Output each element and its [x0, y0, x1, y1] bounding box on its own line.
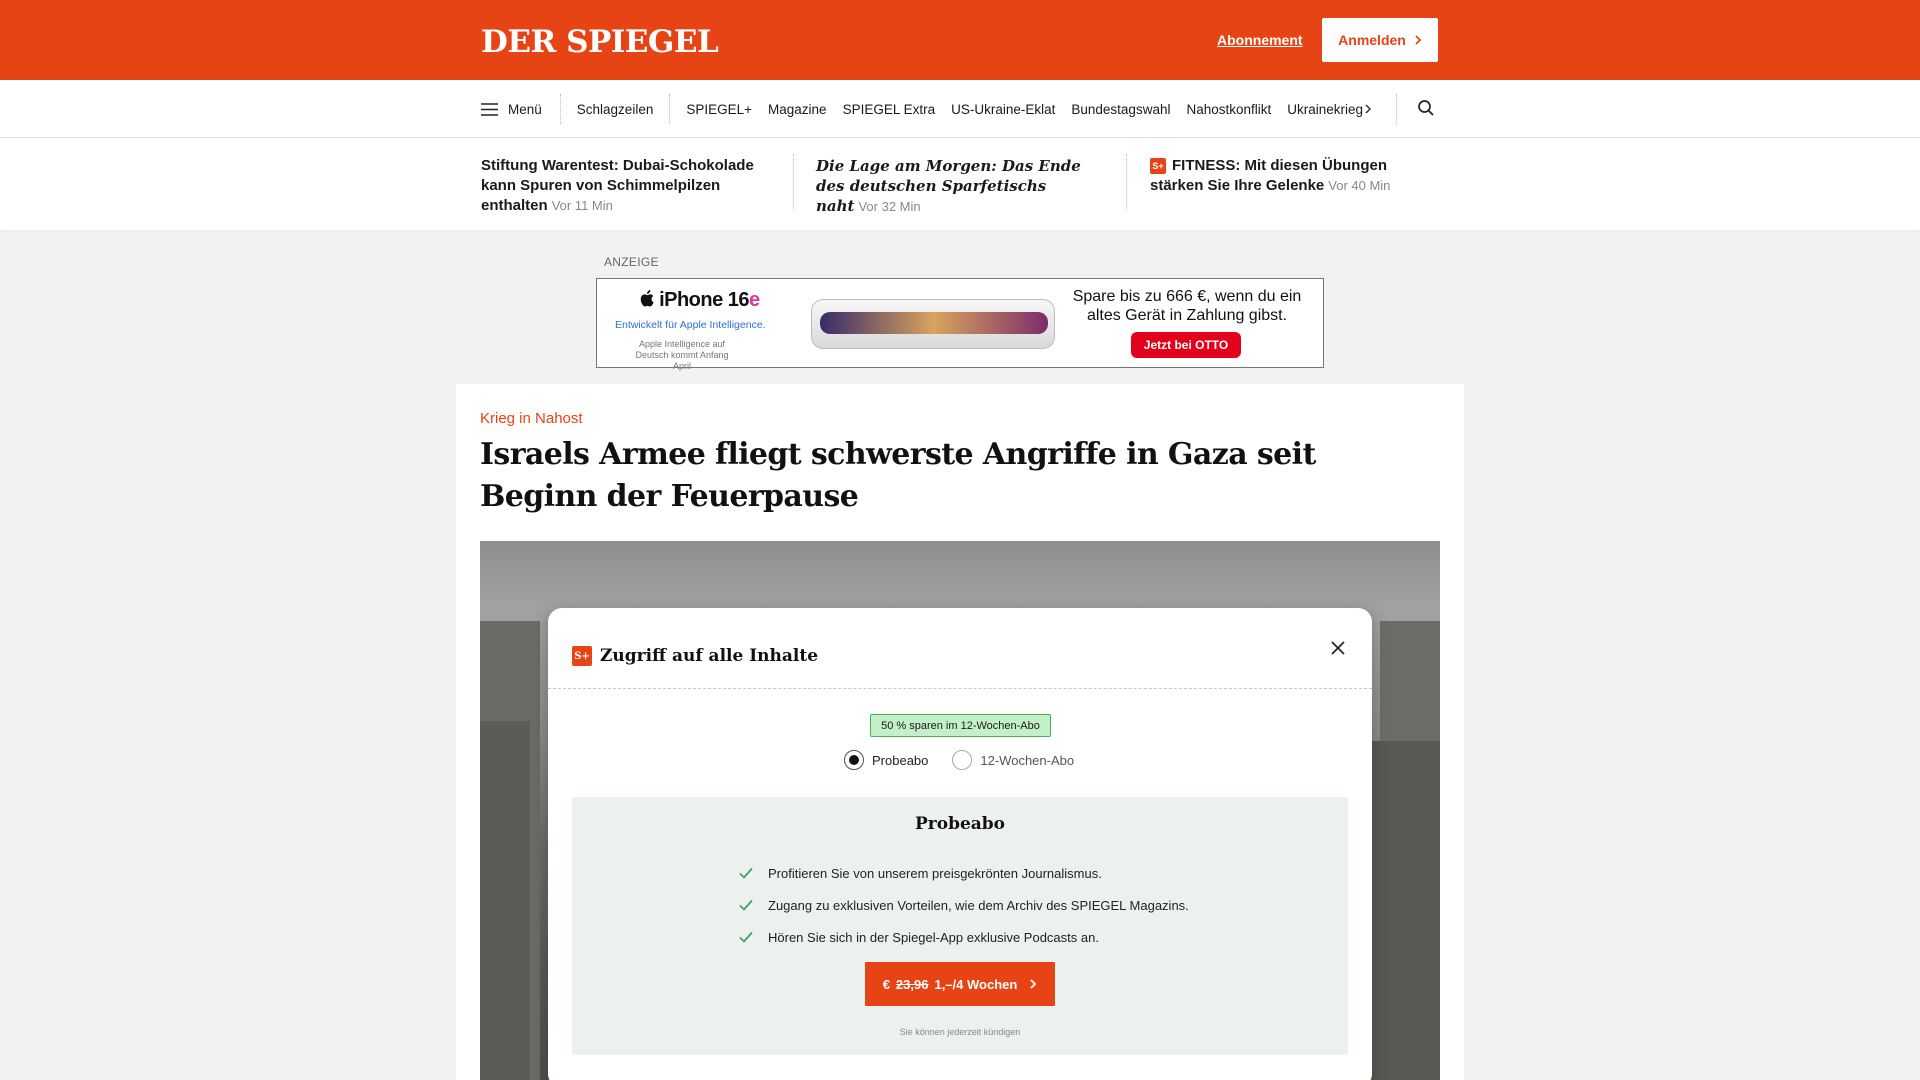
login-button[interactable]: Anmelden: [1322, 18, 1438, 62]
chevron-right-icon: [1030, 979, 1037, 989]
radio-label: 12-Wochen-Abo: [980, 752, 1075, 768]
benefit-text: Zugang zu exklusiven Vorteilen, wie dem …: [768, 897, 1189, 913]
radio-probeabo[interactable]: Probeabo: [844, 750, 928, 770]
ad-phone-image: [811, 299, 1055, 349]
article-kicker[interactable]: Krieg in Nahost: [480, 410, 583, 427]
benefits-list: Profitieren Sie von unserem preisgekrönt…: [738, 857, 1189, 953]
teaser-item[interactable]: S+ FITNESS: Mit diesen Übungen stärken Si…: [1150, 156, 1440, 196]
list-item: Hören Sie sich in der Spiegel-App exklus…: [738, 921, 1189, 953]
close-icon[interactable]: [1326, 636, 1350, 660]
nav-item-spiegel-extra[interactable]: SPIEGEL Extra: [835, 102, 944, 117]
spiegel-logo[interactable]: DER SPIEGEL: [481, 24, 719, 60]
main-nav: Menü Schlagzeilen SPIEGEL+ Magazine SPIE…: [0, 80, 1920, 138]
price-old: 23,96: [895, 976, 929, 992]
nav-item-ukrainekrieg[interactable]: Ukrainekrieg: [1279, 102, 1371, 117]
nav-divider: [1396, 94, 1397, 124]
benefit-text: Profitieren Sie von unserem preisgekrönt…: [768, 865, 1102, 881]
nav-item-spiegel-plus[interactable]: SPIEGEL+: [678, 102, 760, 117]
menu-label: Menü: [508, 101, 542, 117]
search-icon[interactable]: [1417, 99, 1435, 117]
teaser-time: Vor 40 Min: [1328, 178, 1391, 193]
nav-item-nahostkonflikt[interactable]: Nahostkonflikt: [1178, 102, 1279, 117]
list-item: Zugang zu exklusiven Vorteilen, wie dem …: [738, 889, 1189, 921]
teaser-time: Vor 11 Min: [551, 198, 613, 213]
checkmark-icon: [739, 931, 753, 943]
teaser-title: Stiftung Warentest: Dubai-Schokolade kan…: [481, 157, 754, 214]
login-button-label: Anmelden: [1338, 32, 1406, 48]
spiegel-plus-badge: S+: [572, 646, 592, 666]
ad-label: ANZEIGE: [604, 255, 659, 269]
ad-product-name: iPhone 16: [659, 289, 750, 311]
teaser-title: Die Lage am Morgen: Das Ende des deutsch…: [816, 157, 1081, 215]
plan-selector: Probeabo 12-Wochen-Abo: [844, 750, 1074, 770]
checkmark-icon: [739, 867, 753, 879]
price-new: 1,–/4 Wochen: [934, 976, 1018, 992]
top-header: DER SPIEGEL Abonnement Anmelden: [0, 0, 1920, 80]
teaser-divider: [1126, 154, 1127, 210]
save-badge: 50 % sparen im 12-Wochen-Abo: [870, 714, 1051, 737]
article-headline: Israels Armee fliegt schwerste Angriffe …: [480, 437, 1316, 514]
radio-label: Probeabo: [872, 752, 929, 768]
subscribe-button[interactable]: € 23,96 1,–/4 Wochen: [865, 962, 1055, 1006]
price-currency: €: [882, 976, 890, 992]
chevron-right-icon: [1415, 35, 1422, 45]
ad-cta-button[interactable]: Jetzt bei OTTO: [1131, 332, 1241, 358]
radio-button[interactable]: [952, 750, 973, 770]
radio-button-selected[interactable]: [844, 750, 864, 770]
nav-item-schlagzeilen[interactable]: Schlagzeilen: [561, 94, 671, 124]
plan-title: Probeabo: [914, 814, 1006, 834]
benefit-text: Hören Sie sich in der Spiegel-App exklus…: [768, 929, 1099, 945]
paywall-divider: [548, 688, 1372, 689]
radio-12-wochen-abo[interactable]: 12-Wochen-Abo: [952, 750, 1074, 770]
plan-details: Probeabo Profitieren Sie von unserem pre…: [572, 797, 1348, 1055]
ad-offer: Spare bis zu 666 €, wenn du ein altes Ge…: [1072, 288, 1302, 324]
list-item: Profitieren Sie von unserem preisgekrönt…: [738, 857, 1189, 889]
teaser-bar: Stiftung Warentest: Dubai-Schokolade kan…: [0, 138, 1920, 230]
nav-item-bundestagswahl[interactable]: Bundestagswahl: [1063, 102, 1178, 117]
teaser-time: Vor 32 Min: [858, 199, 921, 214]
teaser-item[interactable]: Die Lage am Morgen: Das Ende des deutsch…: [816, 156, 1106, 217]
paywall-title: Zugriff auf alle Inhalte: [600, 646, 819, 666]
ad-note: Apple Intelligence auf Deutsch kommt Anf…: [635, 339, 729, 371]
subscription-link[interactable]: Abonnement: [1217, 32, 1303, 48]
spiegel-plus-badge: S+: [1150, 158, 1166, 174]
apple-logo-icon: [640, 290, 654, 307]
chevron-right-icon[interactable]: [1363, 98, 1373, 120]
nav-item-us-ukraine-eklat[interactable]: US-Ukraine-Eklat: [943, 102, 1063, 117]
cancel-note: Sie können jederzeit kündigen: [899, 1027, 1021, 1037]
ad-product: iPhone 16e: [639, 289, 760, 312]
teaser-item[interactable]: Stiftung Warentest: Dubai-Schokolade kan…: [481, 156, 771, 216]
ad-tagline: Entwickelt für Apple Intelligence.: [615, 319, 766, 331]
teaser-divider: [793, 154, 794, 210]
paywall-modal: S+ Zugriff auf alle Inhalte 50 % sparen …: [548, 608, 1372, 1080]
ad-product-suffix: e: [749, 289, 760, 311]
ad-banner[interactable]: iPhone 16e Entwickelt für Apple Intellig…: [596, 278, 1324, 371]
menu-button[interactable]: Menü: [481, 94, 561, 124]
nav-item-magazine[interactable]: Magazine: [760, 102, 835, 117]
hamburger-icon: [481, 102, 498, 116]
paywall-header: S+ Zugriff auf alle Inhalte: [572, 646, 818, 666]
checkmark-icon: [739, 899, 753, 911]
